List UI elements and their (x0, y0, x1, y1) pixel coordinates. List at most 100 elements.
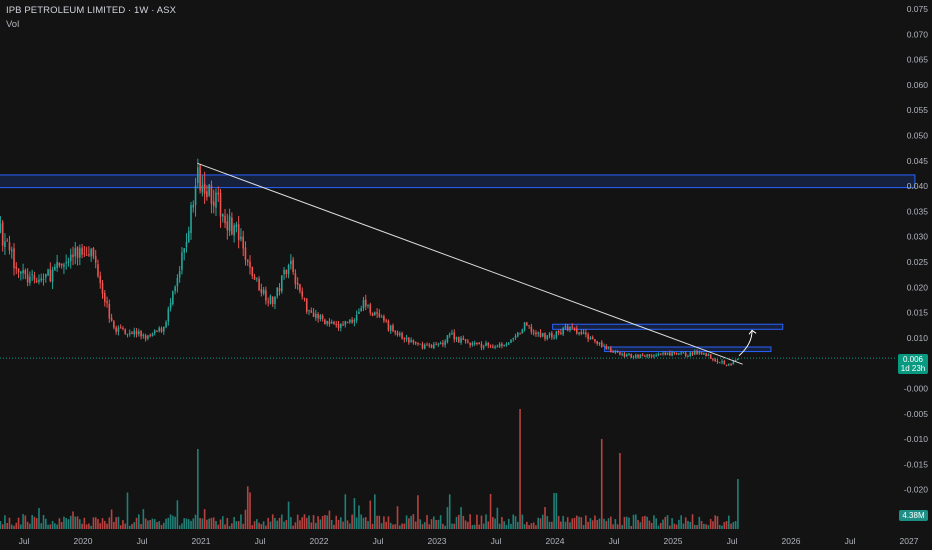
candle-body (151, 333, 154, 336)
volume-bar (566, 517, 569, 529)
candle-body (199, 165, 201, 191)
candle-body (312, 312, 315, 317)
candle-body (103, 292, 106, 302)
candle-body (251, 267, 254, 277)
volume-bar (616, 524, 619, 529)
y-tick-label: 0.035 (907, 206, 929, 216)
candle-body (190, 205, 192, 234)
y-tick-label: -0.020 (904, 485, 928, 495)
y-tick-label: 0.060 (907, 80, 929, 90)
volume-bar (383, 516, 385, 529)
candle-body (560, 332, 562, 334)
candle-body (634, 354, 637, 357)
candle-body (287, 265, 290, 274)
candle-body (278, 288, 281, 292)
candle-body (644, 355, 646, 357)
candle-body (330, 322, 333, 324)
volume-bar (217, 524, 220, 529)
volume-bar (521, 514, 524, 529)
volume-bar (526, 521, 528, 529)
volume-bar (696, 525, 698, 529)
candle-body (142, 334, 145, 336)
candle-body (426, 344, 428, 346)
volume-bar (296, 514, 299, 529)
candle-body (648, 354, 651, 357)
volume-bar (210, 517, 213, 529)
candle-body (149, 335, 151, 337)
candle-body (167, 308, 170, 322)
candle-body (464, 339, 467, 342)
volume-bar (40, 523, 43, 529)
candle-body (730, 363, 732, 365)
candle-body (303, 297, 306, 299)
candle-body (208, 184, 210, 196)
volume-bar (689, 521, 692, 529)
zone-mid-resistance (552, 323, 784, 330)
volume-bar (267, 517, 269, 529)
volume-bar (8, 517, 11, 529)
candle-body (387, 320, 390, 331)
candle-body (600, 342, 603, 347)
volume-bar (728, 515, 730, 529)
candle-body (265, 290, 267, 301)
volume-bar (403, 523, 406, 529)
candle-body (392, 325, 394, 332)
candle-body (417, 342, 419, 344)
volume-bar (262, 521, 265, 529)
bar-countdown: 1d 23h (900, 364, 926, 373)
volume-bar (532, 522, 535, 529)
y-tick-label: -0.015 (904, 459, 928, 469)
volume-bar (528, 525, 530, 529)
candle-body (274, 296, 276, 304)
candle-body (412, 340, 415, 343)
candle-body (206, 191, 208, 198)
volume-bar (358, 505, 360, 529)
volume-bar (115, 517, 117, 529)
volume-bar (324, 514, 326, 529)
candle-body (8, 242, 11, 251)
volume-bar (47, 524, 49, 529)
volume-bar (103, 520, 106, 529)
candle-body (471, 343, 474, 345)
candle-body (221, 213, 224, 217)
candle-body (523, 322, 526, 330)
volume-bar (76, 516, 79, 529)
candle-body (510, 339, 512, 343)
candle-body (339, 323, 342, 328)
volume-bar (187, 519, 190, 529)
candle-body (333, 321, 335, 325)
volume-bar (140, 524, 142, 529)
price-chart[interactable]: 0.075 0.070 0.065 0.060 0.055 0.050 0.045 0.040… (0, 0, 932, 550)
candle-body (231, 217, 233, 235)
y-tick-label: 0.030 (907, 232, 929, 242)
candle-body (467, 341, 469, 343)
volume-bar (124, 523, 127, 529)
candle-body (442, 342, 444, 345)
volume-bar (560, 521, 562, 529)
volume-bar (448, 494, 451, 529)
candle-body (235, 224, 238, 227)
volume-bar (410, 515, 412, 529)
candle-body (610, 348, 612, 353)
candle-body (532, 332, 535, 334)
candle-body (662, 352, 664, 355)
candle-body (732, 361, 735, 365)
candle-body (228, 215, 231, 232)
volume-bar (174, 516, 176, 529)
volume-bar (487, 521, 490, 529)
volume-bar (181, 523, 183, 529)
volume-bar (333, 524, 335, 529)
candle-body (587, 334, 589, 340)
volume-bar (678, 519, 680, 529)
candle-body (187, 231, 190, 243)
volume-bar (65, 518, 68, 529)
candle-body (178, 271, 181, 278)
candle-body (505, 344, 508, 346)
candle-body (90, 248, 92, 257)
candle-body (383, 316, 385, 321)
candle-body (521, 329, 524, 334)
candle-body (528, 325, 530, 327)
y-tick-label: 0.040 (907, 181, 929, 191)
volume-bar (664, 516, 667, 529)
volume-bar (6, 522, 9, 529)
